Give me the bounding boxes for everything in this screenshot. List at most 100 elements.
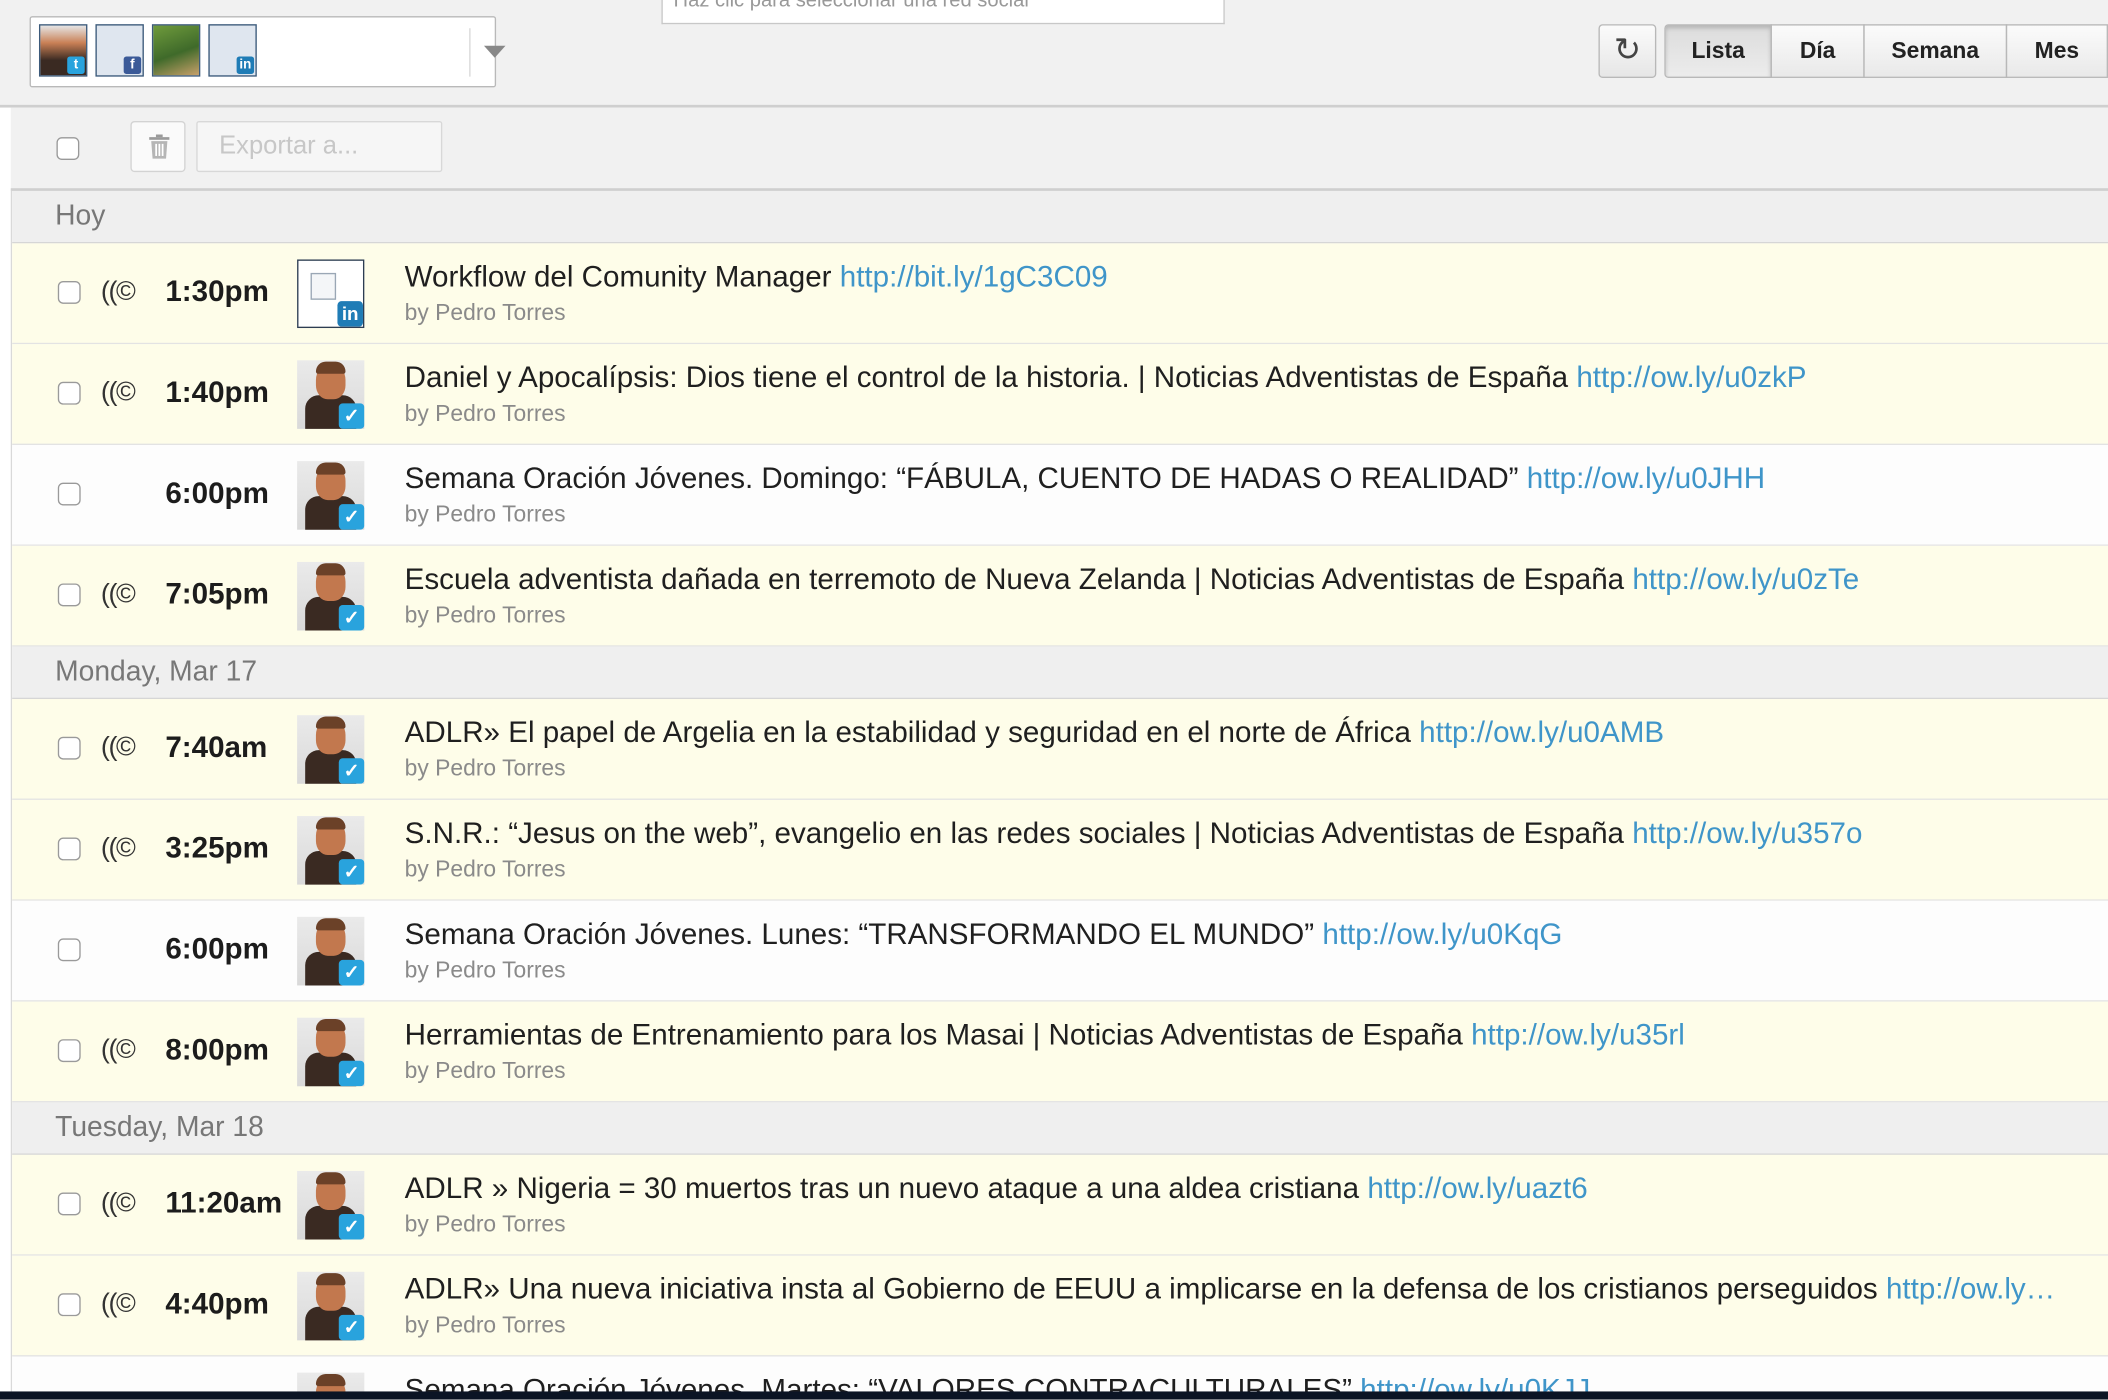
recurring-icon: ((© — [100, 377, 136, 408]
twitter-icon: t — [67, 56, 85, 74]
post-time: 8:00pm — [165, 1032, 269, 1067]
post-message: Semana Oración Jóvenes. Domingo: “FÁBULA… — [405, 460, 2077, 498]
twitter-icon: ✓ — [338, 504, 365, 530]
post-link[interactable]: http://ow.ly/u35rl — [1471, 1018, 1685, 1052]
scheduled-post-row[interactable]: 6:00pm ✓ Semana Oración Jóvenes. Lunes: “T… — [12, 900, 2108, 1002]
bulk-action-bar: Exportar a... — [10, 107, 2108, 191]
account-tile-second-profile[interactable] — [151, 24, 201, 77]
post-link[interactable]: http://ow.ly/u357o — [1632, 816, 1862, 850]
day-header: Hoy — [12, 190, 2108, 244]
post-message-text: Daniel y Apocalípsis: Dios tiene el cont… — [404, 360, 1569, 394]
post-checkbox[interactable] — [57, 583, 81, 607]
scheduled-post-row[interactable]: ((© 7:05pm ✓ Escuela adventista dañada en t… — [12, 545, 2108, 647]
post-link[interactable]: http://ow.ly/u0zkP — [1576, 360, 1806, 394]
post-message-text: Semana Oración Jóvenes. Domingo: “FÁBULA… — [404, 461, 1519, 495]
post-time: 11:20am — [165, 1185, 283, 1220]
network-picker-hint[interactable]: Haz clic para seleccionar una red social — [661, 0, 1225, 25]
twitter-icon: ✓ — [338, 959, 365, 986]
twitter-icon: ✓ — [338, 403, 365, 429]
post-link[interactable]: http://bit.ly/1gC3C09 — [840, 259, 1108, 293]
linkedin-icon: in — [337, 301, 363, 327]
post-message: Escuela adventista dañada en terremoto d… — [405, 561, 2077, 599]
post-time: 7:05pm — [165, 576, 269, 611]
scheduled-post-row[interactable]: ((© 1:30pm in Workflow del Comunity Manager… — [12, 243, 2108, 345]
scheduled-post-row[interactable]: 6:00pm ✓ Semana Oración Jóvenes. Domingo: … — [12, 444, 2108, 546]
twitter-icon: ✓ — [338, 1060, 365, 1087]
selector-divider — [469, 28, 471, 77]
account-selector[interactable]: t f in — [29, 16, 506, 88]
post-link[interactable]: http://ow.ly/u0KqG — [1322, 917, 1562, 951]
avatar: ✓ — [297, 1017, 365, 1087]
post-message-text: Herramientas de Entrenamiento para los M… — [404, 1017, 1463, 1052]
scheduled-posts-list: Hoy ((© 1:30pm in Workflow del Comunity Mana… — [10, 190, 2108, 1400]
post-time: 3:25pm — [165, 830, 269, 865]
avatar-hair — [315, 817, 346, 830]
post-link[interactable]: http://ow.ly… — [1886, 1272, 2055, 1306]
avatar: ✓ — [297, 715, 365, 784]
chevron-down-icon[interactable] — [483, 45, 506, 58]
post-message-text: Workflow del Comunity Manager — [404, 259, 832, 294]
post-link[interactable]: http://ow.ly/u0JHH — [1527, 461, 1765, 495]
scheduled-post-row[interactable]: ((© 11:20am ✓ ADLR » Nigeria = 30 muertos t… — [12, 1154, 2108, 1256]
day-header: Tuesday, Mar 18 — [12, 1102, 2108, 1155]
avatar-hair — [315, 918, 346, 931]
account-tile-facebook-page[interactable]: f — [95, 24, 144, 77]
refresh-button[interactable]: ↻ — [1598, 24, 1657, 78]
post-message-text: ADLR » Nigeria = 30 muertos tras un nuev… — [404, 1170, 1360, 1205]
scheduled-post-row[interactable]: ((© 3:25pm ✓ S.N.R.: “Jesus on the web”, ev… — [12, 799, 2108, 901]
view-semana-button[interactable]: Semana — [1863, 24, 2008, 78]
post-checkbox[interactable] — [57, 1192, 81, 1216]
top-toolbar: Haz clic para seleccionar una red social… — [0, 0, 2108, 108]
avatar-hair — [315, 1373, 346, 1387]
post-message: ADLR » Nigeria = 30 muertos tras un nuev… — [405, 1170, 2077, 1208]
avatar: ✓ — [297, 816, 365, 885]
twitter-icon: ✓ — [338, 1213, 365, 1240]
scheduled-post-row[interactable]: ((© 1:40pm ✓ Daniel y Apocalípsis: Dios tie… — [12, 344, 2108, 445]
view-lista-button[interactable]: Lista — [1664, 24, 1772, 78]
post-checkbox[interactable] — [57, 482, 81, 506]
twitter-icon: ✓ — [338, 604, 365, 631]
scheduled-post-row[interactable]: ((© 7:40am ✓ ADLR» El papel de Argelia en l… — [12, 699, 2108, 800]
export-dropdown[interactable]: Exportar a... — [196, 120, 443, 173]
post-time: 4:40pm — [165, 1286, 269, 1321]
post-link[interactable]: http://ow.ly/uazt6 — [1367, 1171, 1587, 1205]
post-author: by Pedro Torres — [404, 1211, 566, 1237]
post-checkbox[interactable] — [57, 381, 81, 405]
avatar-hair — [315, 563, 346, 576]
post-author: by Pedro Torres — [404, 602, 566, 628]
scheduled-post-row[interactable]: ((© 4:40pm ✓ ADLR» Una nueva iniciativa ins… — [12, 1255, 2108, 1357]
post-time: 1:40pm — [165, 375, 269, 409]
post-checkbox[interactable] — [57, 1039, 81, 1063]
post-time: 6:00pm — [165, 475, 269, 510]
post-checkbox[interactable] — [57, 736, 81, 760]
post-message: ADLR» El papel de Argelia en la estabili… — [405, 714, 2077, 752]
post-author: by Pedro Torres — [404, 400, 566, 427]
view-mes-button[interactable]: Mes — [2005, 24, 2108, 78]
post-author: by Pedro Torres — [404, 1058, 566, 1084]
recurring-icon: ((© — [100, 1188, 136, 1219]
post-message: Workflow del Comunity Manager http://bit… — [405, 258, 2077, 296]
account-tile-linkedin-profile[interactable]: in — [208, 24, 257, 77]
post-time: 6:00pm — [165, 931, 269, 966]
delete-button[interactable] — [130, 120, 186, 173]
scheduled-post-row[interactable]: ((© 8:00pm ✓ Herramientas de Entrenamiento … — [12, 1001, 2108, 1103]
select-all-checkbox[interactable] — [56, 137, 80, 160]
post-author: by Pedro Torres — [404, 957, 566, 983]
post-checkbox[interactable] — [57, 1293, 81, 1317]
recurring-icon: ((© — [100, 833, 136, 864]
avatar: in — [297, 259, 365, 329]
post-checkbox[interactable] — [57, 280, 81, 304]
avatar-hair — [315, 462, 346, 475]
scheduler-page: Haz clic para seleccionar una red social… — [0, 0, 2108, 1400]
account-tile-twitter-profile[interactable]: t — [38, 24, 88, 77]
post-link[interactable]: http://ow.ly/u0zTe — [1632, 562, 1859, 596]
post-message-text: Semana Oración Jóvenes. Lunes: “TRANSFOR… — [404, 916, 1315, 951]
day-header: Monday, Mar 17 — [12, 646, 2108, 700]
post-checkbox[interactable] — [57, 938, 81, 962]
recurring-icon: ((© — [100, 1289, 136, 1319]
post-message: S.N.R.: “Jesus on the web”, evangelio en… — [405, 815, 2077, 853]
view-dia-button[interactable]: Día — [1770, 24, 1865, 78]
post-checkbox[interactable] — [57, 837, 81, 861]
twitter-icon: ✓ — [338, 859, 365, 885]
post-link[interactable]: http://ow.ly/u0AMB — [1419, 715, 1664, 749]
